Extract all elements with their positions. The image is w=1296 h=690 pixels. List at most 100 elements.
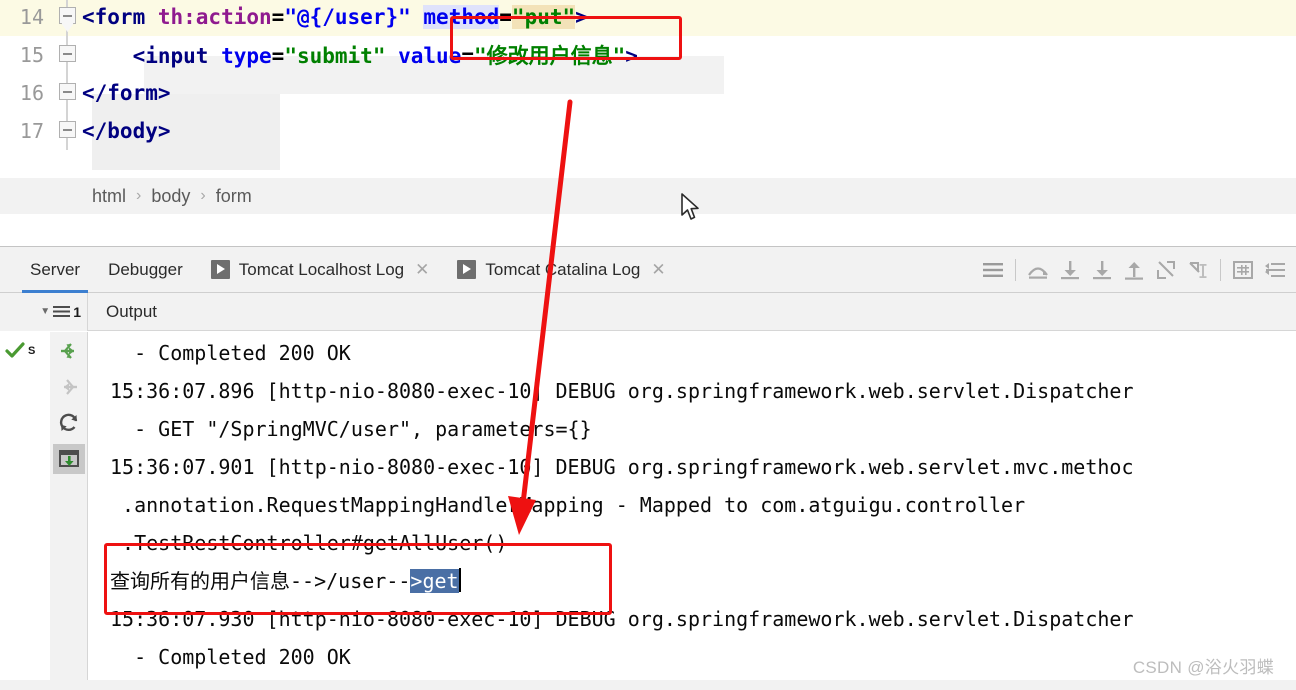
breadcrumb-item-html[interactable]: html	[92, 186, 126, 207]
console-output[interactable]: - Completed 200 OK 15:36:07.896 [http-nio…	[88, 332, 1296, 690]
close-icon[interactable]: ✕	[651, 261, 665, 278]
code-line-text[interactable]: <input type="submit" value="修改用户信息">	[82, 40, 638, 70]
tab-label: Tomcat Localhost Log	[238, 259, 405, 279]
breadcrumb-separator: ›	[200, 187, 206, 204]
breadcrumb[interactable]: html › body › form	[0, 178, 1296, 214]
runner-side-toolbar[interactable]	[50, 332, 87, 690]
line-number: 16	[19, 81, 44, 105]
output-sub-bar: ▼ 1 Output	[0, 293, 1296, 331]
tool-window-body: S - Completed 200 OK 15:36:07.896 [http-…	[0, 332, 1296, 690]
code-token: "submit"	[284, 44, 386, 68]
rerun-failed-icon[interactable]	[53, 372, 85, 402]
editor-bottom-filler	[0, 214, 1296, 246]
step-into-icon[interactable]	[1055, 255, 1085, 285]
console-text-selection[interactable]: >get	[410, 569, 459, 593]
console-line[interactable]: .annotation.RequestMappingHandlerMapping…	[88, 486, 1296, 524]
force-step-into-icon[interactable]	[1087, 255, 1117, 285]
code-token: type	[221, 44, 272, 68]
code-token: =	[499, 5, 512, 29]
drop-frame-icon[interactable]	[1183, 255, 1213, 285]
code-token: =	[271, 44, 285, 68]
ide-window: 13</form>14<form th:action="@{/user}" me…	[0, 0, 1296, 690]
watermark: CSDN @浴火羽蝶	[1132, 658, 1274, 677]
console-line[interactable]: 15:36:07.896 [http-nio-8080-exec-10] DEB…	[88, 372, 1296, 410]
code-token: <input	[82, 44, 222, 68]
code-line[interactable]: 14 <form th:action="@{/user}" method="put…	[0, 0, 1296, 36]
runner-tree-node[interactable]: S	[0, 338, 50, 364]
console-line[interactable]: 15:36:07.901 [http-nio-8080-exec-10] DEB…	[88, 448, 1296, 486]
console-line[interactable]: - GET "/SpringMVC/user", parameters={}	[88, 410, 1296, 448]
code-token: =	[461, 44, 474, 68]
console-line-text: 查询所有的用户信息-->/user--	[110, 569, 411, 593]
runner-tree[interactable]: S	[0, 332, 50, 690]
tab-tomcat-catalina-log[interactable]: Tomcat Catalina Log ✕	[443, 247, 679, 293]
output-label: Output	[106, 302, 158, 321]
tab-list[interactable]: Server Debugger Tomcat Localhost Log ✕ Tomca…	[0, 247, 680, 293]
console-line[interactable]: .TestRestController#getAllUser()	[88, 524, 1296, 562]
soft-wrap-icon[interactable]	[1260, 255, 1290, 285]
console-line[interactable]: 15:36:07.930 [http-nio-8080-exec-10] DEB…	[88, 600, 1296, 638]
group-lines-icon[interactable]	[53, 305, 71, 319]
code-line[interactable]: 17 </body>	[0, 112, 1296, 150]
code-token: th:action	[157, 5, 272, 29]
scroll-to-end-icon[interactable]	[52, 444, 85, 474]
console-line-text: - Completed 200 OK	[110, 341, 351, 365]
tab-server[interactable]: Server	[16, 247, 94, 293]
code-fold-marker[interactable]	[52, 112, 82, 150]
code-fold-marker[interactable]	[52, 36, 82, 74]
console-line[interactable]: 查询所有的用户信息-->/user-->get	[88, 562, 1296, 600]
menu-icon[interactable]	[978, 255, 1008, 285]
run-to-cursor-icon[interactable]	[1151, 255, 1181, 285]
chevron-down-icon[interactable]: ▼	[40, 307, 50, 317]
run-icon	[210, 260, 230, 279]
toolbar-separator	[1015, 259, 1016, 281]
code-line-list[interactable]: 13</form>14<form th:action="@{/user}" me…	[0, 0, 1296, 150]
breadcrumb-item-form[interactable]: form	[216, 186, 252, 207]
tool-window-tab-bar[interactable]: Server Debugger Tomcat Localhost Log ✕ Tomca…	[0, 247, 1296, 293]
code-line[interactable]: 16 </form>	[0, 74, 1296, 112]
run-tool-window: Server Debugger Tomcat Localhost Log ✕ Tomca…	[0, 246, 1296, 690]
code-token: >	[575, 5, 588, 29]
code-token: </body>	[82, 119, 171, 143]
console-line[interactable]: - Completed 200 OK	[88, 334, 1296, 372]
run-icon	[457, 260, 477, 279]
runner-pane: S	[0, 332, 88, 690]
code-token: method	[423, 5, 500, 29]
code-line-text[interactable]: <form th:action="@{/user}" method="put">	[82, 5, 588, 29]
code-editor[interactable]: 13</form>14<form th:action="@{/user}" me…	[0, 0, 1296, 178]
code-line[interactable]: 15 <input type="submit" value="修改用户信息">	[0, 36, 1296, 74]
restart-icon[interactable]	[53, 408, 85, 438]
tab-label: Tomcat Catalina Log	[485, 259, 641, 279]
tool-window-toolbar[interactable]	[978, 247, 1290, 293]
console-line-text: - GET "/SpringMVC/user", parameters={}	[110, 417, 592, 441]
line-number: 15	[19, 43, 44, 67]
tab-label: Server	[30, 259, 81, 279]
console-bottom-strip	[0, 680, 1296, 690]
console-line[interactable]: - Completed 200 OK	[88, 638, 1296, 676]
code-token: "@{/user}"	[284, 5, 411, 29]
code-fold-marker[interactable]	[52, 0, 82, 36]
console-line-text: 15:36:07.901 [http-nio-8080-exec-10] DEB…	[110, 455, 1134, 479]
code-line-text[interactable]: </form>	[82, 81, 171, 105]
runner-node-label: S	[28, 345, 36, 357]
runner-count: 1	[73, 304, 81, 320]
code-token: <form	[82, 5, 158, 29]
step-out-icon[interactable]	[1119, 255, 1149, 285]
code-token: "put"	[511, 5, 576, 29]
step-over-icon[interactable]	[1023, 255, 1053, 285]
console-line-text: - Completed 200 OK	[110, 645, 351, 669]
code-line-text[interactable]: </body>	[82, 119, 171, 143]
code-fold-marker[interactable]	[52, 74, 82, 112]
tab-tomcat-localhost-log[interactable]: Tomcat Localhost Log ✕	[197, 247, 444, 293]
close-icon[interactable]: ✕	[415, 261, 429, 278]
code-token: </form>	[82, 81, 171, 105]
console-line-text: 15:36:07.896 [http-nio-8080-exec-10] DEB…	[110, 379, 1134, 403]
code-token: =	[271, 5, 285, 29]
rerun-icon[interactable]	[53, 336, 85, 366]
green-check-icon	[5, 342, 25, 358]
evaluate-expression-icon[interactable]	[1228, 255, 1258, 285]
breadcrumb-item-body[interactable]: body	[151, 186, 190, 207]
tab-debugger[interactable]: Debugger	[94, 247, 197, 293]
runner-pane-header[interactable]: ▼ 1	[0, 293, 88, 331]
